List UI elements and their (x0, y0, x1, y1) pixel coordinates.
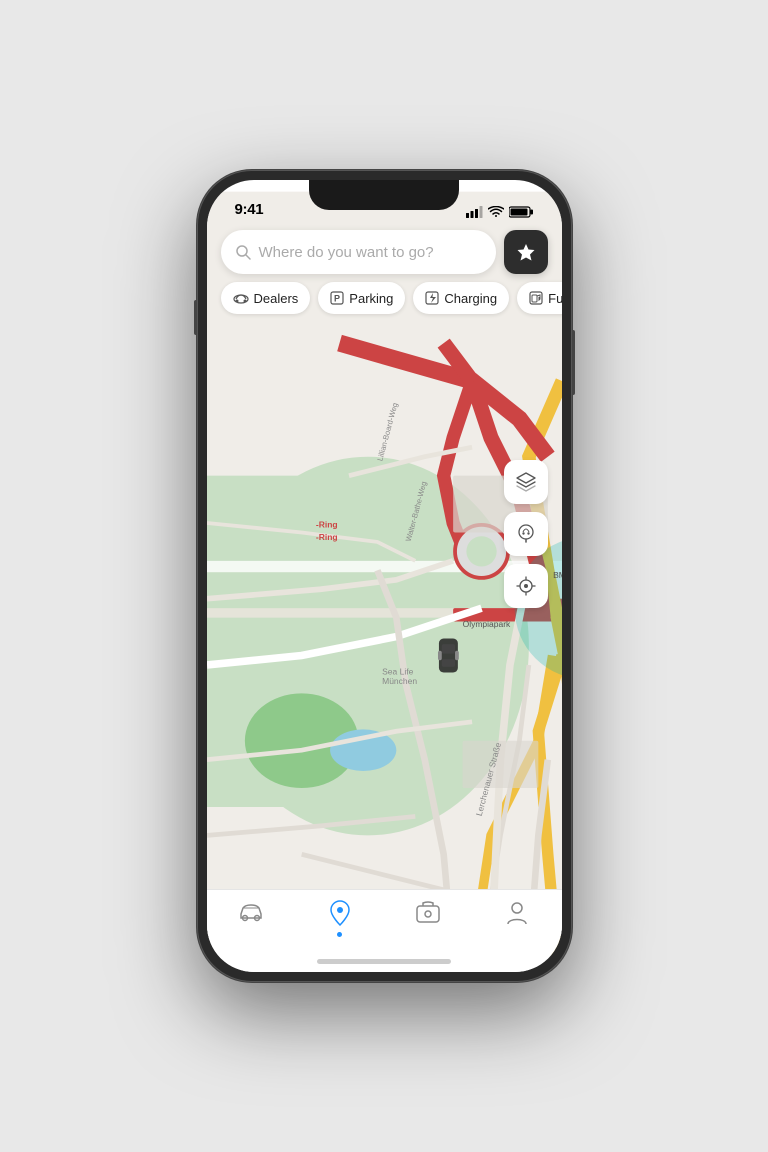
home-indicator (317, 959, 451, 964)
tab-car[interactable] (207, 900, 296, 922)
car-location-button[interactable] (504, 512, 548, 556)
map-pin-tab-icon (329, 900, 351, 926)
profile-tab-icon (506, 900, 528, 926)
car-location-icon (515, 523, 537, 545)
my-location-button[interactable] (504, 564, 548, 608)
services-tab-icon (415, 900, 441, 924)
status-icons (466, 206, 534, 218)
svg-text:Sea Life: Sea Life (382, 666, 413, 676)
filter-chips: Dealers P Parking Charging (221, 282, 562, 314)
svg-text:P: P (334, 294, 340, 304)
map-controls (504, 460, 548, 608)
search-icon (235, 244, 251, 260)
svg-text:München: München (382, 676, 417, 686)
wifi-icon (488, 206, 504, 218)
star-icon (516, 242, 536, 262)
phone-screen: BMW Museum Olympiapark Sea Life München … (207, 180, 562, 972)
svg-text:-Ring: -Ring (315, 520, 337, 530)
svg-text:Olympiapark: Olympiapark (462, 619, 510, 629)
search-placeholder: Where do you want to go? (259, 244, 434, 261)
search-bar-container: Where do you want to go? (221, 230, 548, 274)
charging-icon (425, 291, 439, 305)
phone-frame: BMW Museum Olympiapark Sea Life München … (197, 170, 572, 982)
chip-fuel[interactable]: Fuel (517, 282, 561, 314)
battery-icon (509, 206, 534, 218)
car-tab-icon (237, 900, 265, 922)
tab-services[interactable] (384, 900, 473, 924)
svg-text:-Ring: -Ring (315, 532, 337, 542)
tab-map-indicator (337, 932, 342, 937)
tab-profile[interactable] (473, 900, 562, 926)
chip-parking[interactable]: P Parking (318, 282, 405, 314)
chip-fuel-label: Fuel (548, 291, 561, 306)
status-time: 9:41 (235, 201, 264, 218)
parking-icon: P (330, 291, 344, 305)
svg-text:BMW Museum: BMW Museum (553, 570, 562, 580)
search-bar[interactable]: Where do you want to go? (221, 230, 496, 274)
chip-parking-label: Parking (349, 291, 393, 306)
chip-charging-label: Charging (444, 291, 497, 306)
chip-charging[interactable]: Charging (413, 282, 509, 314)
chip-dealers-label: Dealers (254, 291, 299, 306)
tab-map[interactable] (295, 900, 384, 937)
favorites-button[interactable] (504, 230, 548, 274)
chip-dealers[interactable]: Dealers (221, 282, 311, 314)
location-crosshair-icon (515, 575, 537, 597)
layers-button[interactable] (504, 460, 548, 504)
mini-car-icon (233, 292, 249, 304)
signal-icon (466, 206, 483, 218)
fuel-icon (529, 291, 543, 305)
notch (309, 180, 459, 210)
layers-icon (515, 471, 537, 493)
